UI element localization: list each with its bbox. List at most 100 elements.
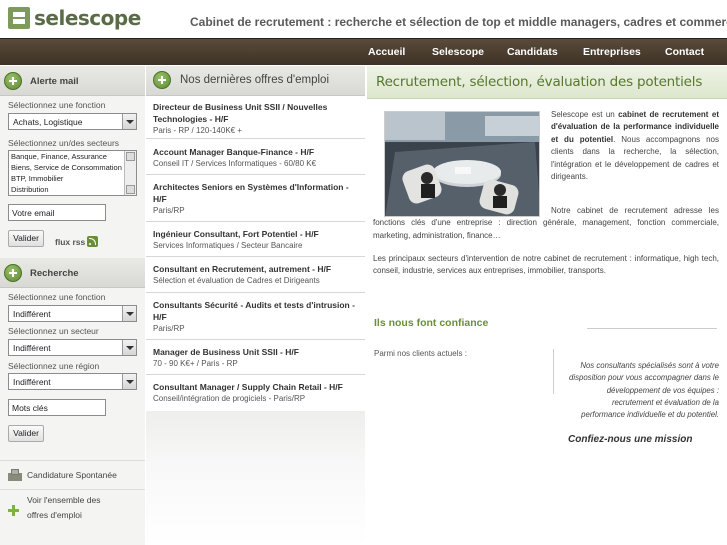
voir-offres-link[interactable]: Voir l'ensemble des offres d'emploi xyxy=(0,489,145,529)
nav-contact[interactable]: Contact xyxy=(665,46,704,58)
office-photo xyxy=(384,111,540,217)
recherche-region-value: Indifférent xyxy=(13,377,51,387)
offres-panel: Nos dernières offres d'emploi Directeur … xyxy=(146,66,365,545)
recherche-fonction-label: Sélectionnez une fonction xyxy=(8,292,106,302)
tagline: Cabinet de recrutement : recherche et sé… xyxy=(190,15,727,29)
mission-cta-link[interactable]: Confiez-nous une mission xyxy=(568,434,692,445)
alerte-secteurs-listbox[interactable]: Banque, Finance, Assurance Biens, Servic… xyxy=(8,150,137,196)
nav-entreprises[interactable]: Entreprises xyxy=(583,46,641,58)
chevron-down-icon xyxy=(122,114,136,129)
recherche-title: Recherche xyxy=(30,268,79,279)
offer-subtitle: 70 - 90 K€+ / Paris - RP xyxy=(153,359,238,368)
main-nav: Accueil Selescope Candidats Entreprises … xyxy=(0,38,727,65)
alerte-email-input[interactable]: Votre email xyxy=(8,204,106,221)
nav-candidats[interactable]: Candidats xyxy=(507,46,558,58)
offer-title[interactable]: Architectes Seniors en Systèmes d'Inform… xyxy=(153,181,358,205)
offer-title[interactable]: Manager de Business Unit SSII - H/F xyxy=(153,346,358,358)
secteur-option[interactable]: Biens, Service de Consommation xyxy=(9,162,123,173)
plus-icon xyxy=(8,505,19,516)
offer-item[interactable]: Consultant en Recrutement, autrement - H… xyxy=(146,257,365,293)
offer-item[interactable]: Consultant Manager / Supply Chain Retail… xyxy=(146,375,365,411)
offer-subtitle: Sélection et évaluation de Cadres et Dir… xyxy=(153,276,320,285)
chevron-down-icon xyxy=(122,340,136,355)
office-photo-illustration xyxy=(385,112,539,216)
alerte-fonction-value: Achats, Logistique xyxy=(13,117,83,127)
secteur-option[interactable]: Banque, Finance, Assurance xyxy=(9,151,123,162)
offer-subtitle: Paris/RP xyxy=(153,324,185,333)
offer-subtitle: Paris/RP xyxy=(153,206,185,215)
fonctions-paragraph: Notre cabinet de recrutement adresse les… xyxy=(373,206,719,240)
offer-item[interactable]: Account Manager Banque-Finance - H/F Con… xyxy=(146,139,365,175)
logo[interactable]: selescope xyxy=(8,6,141,30)
clients-label: Parmi nos clients actuels : xyxy=(374,349,467,358)
offer-subtitle: Conseil/intégration de progiciels - Pari… xyxy=(153,394,306,403)
confiance-title: Ils nous font confiance xyxy=(374,317,489,329)
offer-title[interactable]: Ingénieur Consultant, Fort Potentiel - H… xyxy=(153,228,358,240)
secteur-option[interactable]: Distribution xyxy=(9,184,123,195)
recherche-valider-button[interactable]: Valider xyxy=(8,425,44,442)
main-title: Recrutement, sélection, évaluation des p… xyxy=(376,74,703,90)
secteur-option[interactable]: BTP, Immobilier xyxy=(9,173,123,184)
recherche-region-label: Sélectionnez une région xyxy=(8,361,100,371)
recherche-fonction-select[interactable]: Indifférent xyxy=(8,305,137,322)
secteurs-paragraph: Les principaux secteurs d'intervention d… xyxy=(373,254,719,276)
offer-item[interactable]: Ingénieur Consultant, Fort Potentiel - H… xyxy=(146,222,365,257)
rss-link[interactable]: flux rss xyxy=(55,237,85,247)
alerte-mail-header: Alerte mail xyxy=(0,66,145,96)
chevron-down-icon xyxy=(122,306,136,321)
keywords-input[interactable]: Mots clés xyxy=(8,399,106,416)
candidature-spontanee-link[interactable]: Candidature Spontanée xyxy=(0,460,145,489)
consultants-text: Nos consultants spécialisés sont à votre… xyxy=(569,361,719,420)
nav-selescope[interactable]: Selescope xyxy=(432,46,484,58)
offres-header: Nos dernières offres d'emploi xyxy=(146,66,365,96)
main-content: Recrutement, sélection, évaluation des p… xyxy=(367,66,727,545)
offer-title[interactable]: Account Manager Banque-Finance - H/F xyxy=(153,146,358,158)
offer-subtitle: Paris - RP / 120-140K€ + xyxy=(153,126,243,135)
briefcase-icon xyxy=(8,469,22,481)
scroll-down-icon[interactable] xyxy=(126,185,135,194)
offer-item[interactable]: Manager de Business Unit SSII - H/F 70 -… xyxy=(146,340,365,375)
offres-footer-gradient xyxy=(146,411,365,545)
recherche-secteur-select[interactable]: Indifférent xyxy=(8,339,137,356)
alerte-fonction-label: Sélectionnez une fonction xyxy=(8,100,106,110)
scroll-up-icon[interactable] xyxy=(126,152,135,161)
voir-offres-line1: Voir l'ensemble des xyxy=(27,495,101,505)
alerte-fonction-select[interactable]: Achats, Logistique xyxy=(8,113,137,130)
recherche-header: Recherche xyxy=(0,258,145,288)
voir-offres-line2: offres d'emploi xyxy=(27,510,82,520)
offer-title[interactable]: Consultant Manager / Supply Chain Retail… xyxy=(153,381,358,393)
offer-title[interactable]: Consultant en Recrutement, autrement - H… xyxy=(153,263,358,275)
plus-icon xyxy=(4,72,22,90)
recherche-secteur-label: Sélectionnez un secteur xyxy=(8,326,99,336)
offer-item[interactable]: Architectes Seniors en Systèmes d'Inform… xyxy=(146,175,365,222)
logo-icon xyxy=(8,7,30,29)
alerte-mail-title: Alerte mail xyxy=(30,76,79,87)
recherche-fonction-value: Indifférent xyxy=(13,309,51,319)
offer-title[interactable]: Directeur de Business Unit SSII / Nouvel… xyxy=(153,101,358,125)
recherche-secteur-value: Indifférent xyxy=(13,343,51,353)
plus-icon xyxy=(4,264,22,282)
offer-subtitle: Conseil IT / Services Informatiques - 60… xyxy=(153,159,317,168)
offer-subtitle: Services Informatiques / Secteur Bancair… xyxy=(153,241,303,250)
listbox-scrollbar[interactable] xyxy=(124,151,136,195)
recherche-region-select[interactable]: Indifférent xyxy=(8,373,137,390)
nav-accueil[interactable]: Accueil xyxy=(368,46,405,58)
chevron-down-icon xyxy=(122,374,136,389)
offres-title: Nos dernières offres d'emploi xyxy=(180,74,330,86)
vertical-divider xyxy=(553,349,554,394)
offer-title[interactable]: Consultants Sécurité - Audits et tests d… xyxy=(153,299,358,323)
sidebar: Alerte mail Sélectionnez une fonction Ac… xyxy=(0,66,145,545)
alerte-valider-button[interactable]: Valider xyxy=(8,230,44,247)
offer-item[interactable]: Consultants Sécurité - Audits et tests d… xyxy=(146,293,365,340)
intro-text-start: Selescope est un xyxy=(551,110,619,119)
rss-icon[interactable] xyxy=(87,236,98,247)
section-divider xyxy=(587,328,717,329)
alerte-secteurs-label: Sélectionnez un/des secteurs xyxy=(8,138,120,148)
logo-text: selescope xyxy=(34,6,141,30)
candidature-label: Candidature Spontanée xyxy=(27,470,117,480)
intro-paragraph: Selescope est un cabinet de recrutement … xyxy=(551,109,719,183)
main-header: Recrutement, sélection, évaluation des p… xyxy=(367,66,727,99)
offer-item[interactable]: Directeur de Business Unit SSII / Nouvel… xyxy=(146,97,365,139)
header: selescope Cabinet de recrutement : reche… xyxy=(0,0,727,38)
plus-icon xyxy=(153,71,171,89)
